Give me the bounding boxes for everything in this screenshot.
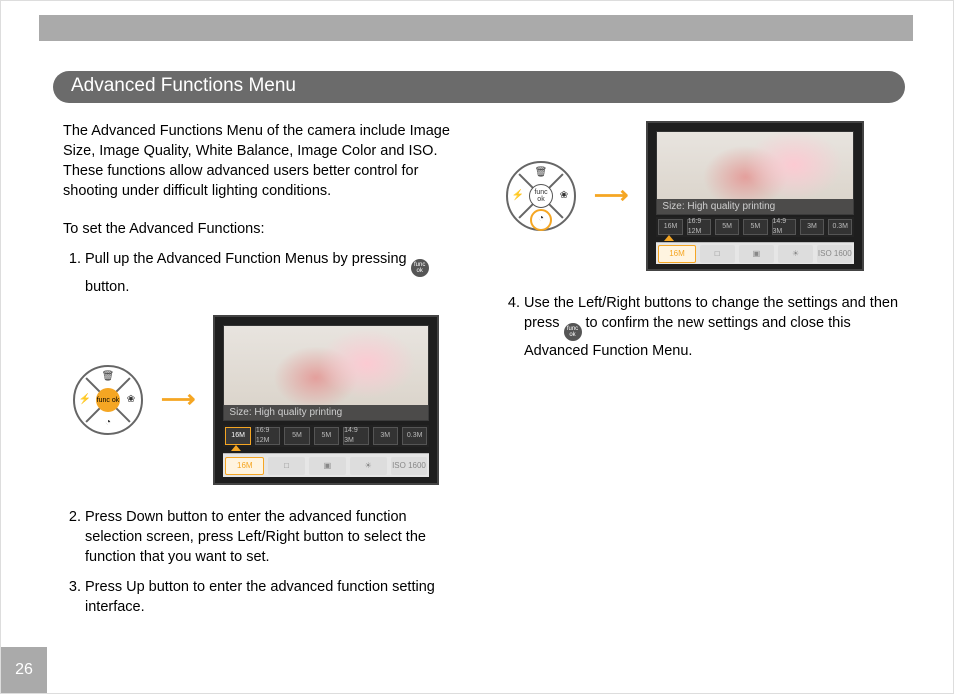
intro-paragraph: The Advanced Functions Menu of the camer…: [63, 121, 466, 201]
dpad-diagram-2: 🗑 ◔ ⚡ ❀ func ok: [506, 161, 576, 231]
func-item: ☀: [350, 457, 387, 475]
figure-2: 🗑 ◔ ⚡ ❀ func ok ⟶ Size: High quality pri…: [506, 121, 905, 271]
size-option: 5M: [284, 427, 309, 445]
func-item: ISO 1600: [817, 245, 852, 263]
arrow-right-icon: ⟶: [594, 179, 628, 212]
func-item: □: [268, 457, 305, 475]
size-option: 14:9 3M: [772, 219, 796, 235]
func-item: 16M: [658, 245, 695, 263]
func-ok-icon: func ok: [564, 323, 582, 341]
step-2: Press Down button to enter the advanced …: [85, 507, 466, 567]
size-option: 16M: [225, 427, 250, 445]
flash-icon: ⚡: [78, 393, 92, 407]
selection-triangle-icon: [664, 235, 674, 241]
right-column: 🗑 ◔ ⚡ ❀ func ok ⟶ Size: High quality pri…: [502, 121, 905, 653]
size-option: 0.3M: [402, 427, 427, 445]
left-column: The Advanced Functions Menu of the camer…: [63, 121, 466, 653]
step-1-text-a: Pull up the Advanced Function Menus by p…: [85, 251, 411, 267]
trash-icon: 🗑: [101, 370, 115, 384]
step-4: Use the Left/Right buttons to change the…: [524, 293, 905, 361]
func-item: ▣: [739, 245, 774, 263]
size-option: 0.3M: [828, 219, 852, 235]
macro-icon: ❀: [124, 393, 138, 407]
func-item: ▣: [309, 457, 346, 475]
dpad-center-func-ok: func ok: [96, 388, 120, 412]
page-number: 26: [1, 647, 47, 693]
camera-screen-1: Size: High quality printing 16M 16:9 12M…: [213, 315, 439, 485]
step-list-left: Pull up the Advanced Function Menus by p…: [63, 249, 466, 297]
step-1: Pull up the Advanced Function Menus by p…: [85, 249, 466, 297]
trash-icon: 🗑: [534, 166, 548, 180]
selection-triangle-icon: [231, 445, 241, 451]
size-option: 14:9 3M: [343, 427, 368, 445]
header-bar: [39, 15, 913, 41]
camera-screen-2: Size: High quality printing 16M 16:9 12M…: [646, 121, 864, 271]
dpad-center-func-ok: func ok: [529, 184, 553, 208]
macro-icon: ❀: [557, 189, 571, 203]
screen-caption-2: Size: High quality printing: [656, 199, 854, 215]
timer-icon: ◔: [534, 212, 548, 226]
size-option: 5M: [314, 427, 339, 445]
step-list-left-cont: Press Down button to enter the advanced …: [63, 507, 466, 617]
func-ok-icon: func ok: [411, 259, 429, 277]
step-1-text-b: button.: [85, 279, 129, 295]
timer-icon: ◔: [101, 416, 115, 430]
size-option: 16:9 12M: [687, 219, 711, 235]
content-columns: The Advanced Functions Menu of the camer…: [63, 121, 905, 653]
func-item: ☀: [778, 245, 813, 263]
section-title-pill: Advanced Functions Menu: [53, 71, 905, 103]
size-option: 3M: [373, 427, 398, 445]
figure-1: 🗑 ◔ ⚡ ❀ func ok ⟶ Size: High quality pri…: [73, 315, 466, 485]
func-item: □: [700, 245, 735, 263]
size-options-strip-2: 16M 16:9 12M 5M 5M 14:9 3M 3M 0.3M: [656, 217, 854, 237]
size-option: 5M: [715, 219, 739, 235]
size-option: 5M: [743, 219, 767, 235]
size-option: 16M: [658, 219, 682, 235]
step-list-right: Use the Left/Right buttons to change the…: [502, 293, 905, 361]
func-item: 16M: [225, 457, 264, 475]
function-row-1: 16M □ ▣ ☀ ISO 1600: [223, 453, 429, 477]
func-item: ISO 1600: [391, 457, 428, 475]
instruction-subhead: To set the Advanced Functions:: [63, 219, 466, 239]
flash-icon: ⚡: [511, 189, 525, 203]
step-3: Press Up button to enter the advanced fu…: [85, 577, 466, 617]
screen-caption-1: Size: High quality printing: [223, 405, 429, 421]
size-options-strip-1: 16M 16:9 12M 5M 5M 14:9 3M 3M 0.3M: [223, 425, 429, 447]
arrow-right-icon: ⟶: [161, 383, 195, 416]
size-option: 3M: [800, 219, 824, 235]
size-option: 16:9 12M: [255, 427, 280, 445]
manual-page: Advanced Functions Menu The Advanced Fun…: [0, 0, 954, 694]
function-row-2: 16M □ ▣ ☀ ISO 1600: [656, 242, 854, 264]
dpad-diagram-1: 🗑 ◔ ⚡ ❀ func ok: [73, 365, 143, 435]
section-title: Advanced Functions Menu: [53, 71, 905, 101]
